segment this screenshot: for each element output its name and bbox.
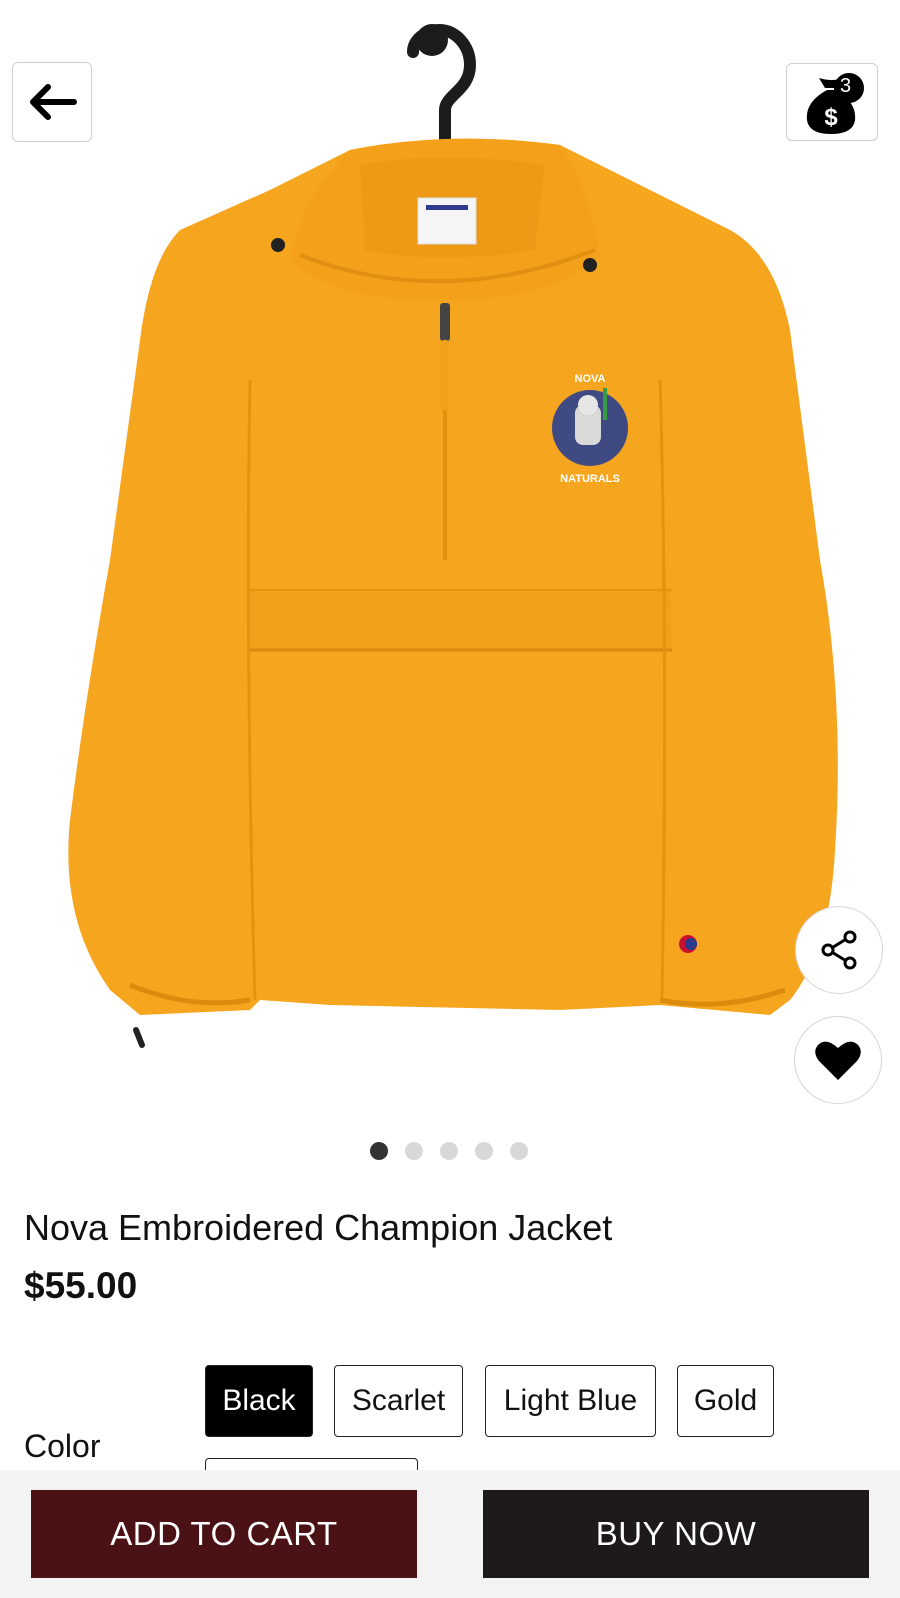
embroidery-text-bottom: NATURALS [560, 473, 620, 485]
arrow-left-icon [30, 84, 77, 120]
carousel-indicator [370, 1142, 528, 1160]
cart-button[interactable]: $ 3 [786, 63, 878, 141]
add-to-cart-button[interactable]: ADD TO CART [31, 1490, 417, 1578]
back-button[interactable] [12, 62, 92, 142]
color-option-black[interactable]: Black [205, 1365, 313, 1437]
carousel-dot[interactable] [440, 1142, 458, 1160]
svg-text:$: $ [824, 104, 838, 131]
color-option-gold[interactable]: Gold [677, 1365, 774, 1437]
carousel-dot[interactable] [510, 1142, 528, 1160]
product-price: $55.00 [24, 1265, 138, 1306]
color-label: Color [24, 1428, 101, 1464]
bottom-action-bar: ADD TO CART BUY NOW [0, 1470, 900, 1598]
carousel-dot[interactable] [475, 1142, 493, 1160]
cart-count-badge: 3 [840, 75, 852, 97]
embroidery-text-top: NOVA [575, 373, 606, 385]
heart-icon [815, 1041, 861, 1080]
share-button[interactable] [795, 906, 883, 994]
product-title: Nova Embroidered Champion Jacket [24, 1207, 613, 1248]
jacket-illustration: NOVA NATURALS [68, 23, 838, 1048]
carousel-dot[interactable] [405, 1142, 423, 1160]
carousel-dot[interactable] [370, 1142, 388, 1160]
money-bag-icon: $ [806, 73, 864, 134]
product-image[interactable]: NOVA NATURALS [0, 0, 900, 1110]
favorite-button[interactable] [794, 1016, 882, 1104]
buy-now-button[interactable]: BUY NOW [483, 1490, 869, 1578]
color-option-light-blue[interactable]: Light Blue [485, 1365, 656, 1437]
share-icon [821, 930, 857, 970]
color-option-scarlet[interactable]: Scarlet [334, 1365, 463, 1437]
